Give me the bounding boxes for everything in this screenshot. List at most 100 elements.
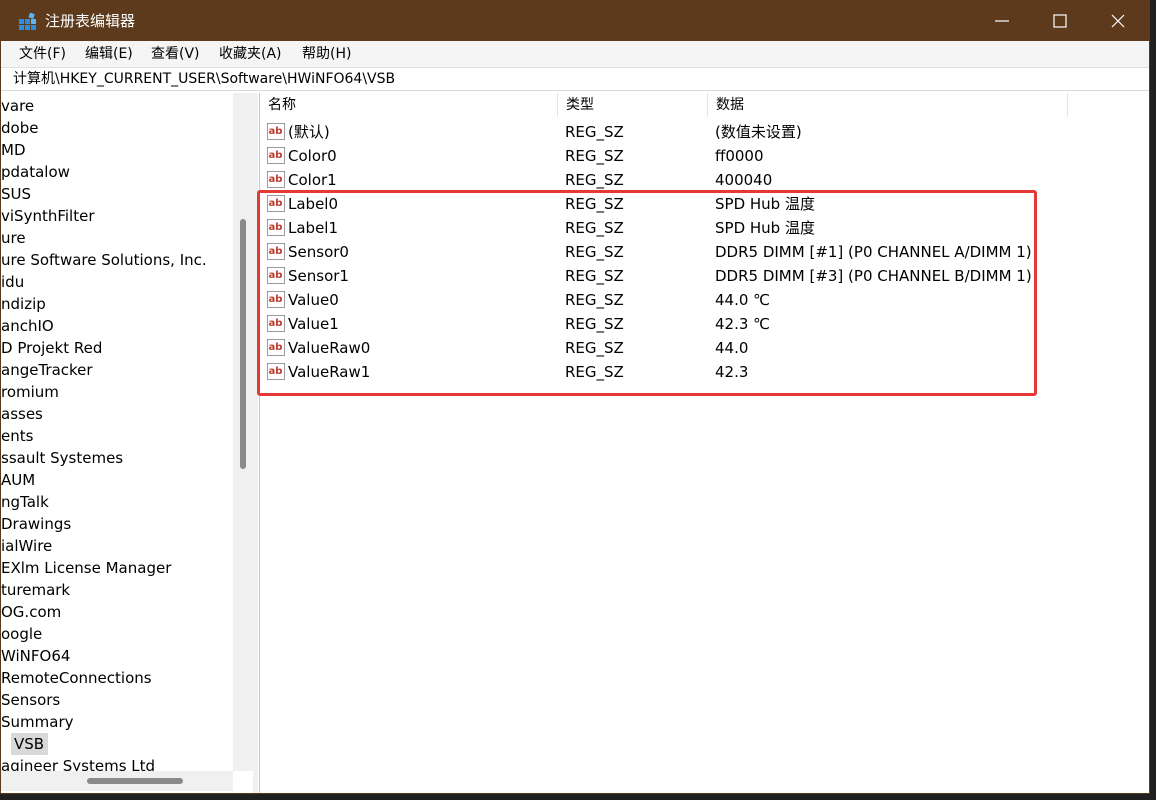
column-header-type[interactable]: 类型 — [558, 93, 708, 117]
value-name: Sensor0 — [288, 243, 349, 261]
tree-item[interactable]: ure Software Solutions, Inc. — [1, 249, 207, 271]
svg-text:ab: ab — [269, 126, 283, 137]
svg-text:ab: ab — [269, 150, 283, 161]
window-title: 注册表编辑器 — [45, 12, 136, 30]
value-row[interactable]: ab Color1 REG_SZ 400040 — [260, 168, 1149, 192]
value-row[interactable]: ab ValueRaw1 REG_SZ 42.3 — [260, 360, 1149, 384]
value-data: 400040 — [715, 171, 773, 189]
tree-item[interactable]: AUM — [1, 469, 35, 491]
svg-text:ab: ab — [269, 198, 283, 209]
column-header-name[interactable]: 名称 — [260, 93, 558, 117]
menu-edit[interactable]: 编辑(E) — [85, 45, 133, 63]
tree-item[interactable]: Drawings — [1, 513, 71, 535]
value-row[interactable]: ab Value1 REG_SZ 42.3 ℃ — [260, 312, 1149, 336]
tree-item[interactable]: oogle — [1, 623, 42, 645]
string-value-icon: ab — [267, 291, 285, 308]
tree-item[interactable]: romium — [1, 381, 59, 403]
tree-item[interactable]: ssault Systemes — [1, 447, 123, 469]
menu-view[interactable]: 查看(V) — [151, 45, 200, 63]
tree-item[interactable]: Sensors — [1, 689, 60, 711]
tree-item[interactable]: vare — [1, 95, 34, 117]
value-type: REG_SZ — [565, 123, 624, 141]
menu-help[interactable]: 帮助(H) — [302, 45, 351, 63]
string-value-icon: ab — [267, 243, 285, 260]
string-value-icon: ab — [267, 147, 285, 164]
value-row[interactable]: ab Color0 REG_SZ ff0000 — [260, 144, 1149, 168]
close-icon — [1111, 14, 1125, 28]
tree-item[interactable]: ngTalk — [1, 491, 49, 513]
value-type: REG_SZ — [565, 267, 624, 285]
tree-item[interactable]: pdatalow — [1, 161, 70, 183]
tree-item[interactable]: ndizip — [1, 293, 46, 315]
value-name: Label1 — [288, 219, 339, 237]
value-row[interactable]: ab (默认) REG_SZ (数值未设置) — [260, 120, 1149, 144]
value-data: (数值未设置) — [715, 123, 802, 141]
tree-vertical-scroll-thumb[interactable] — [240, 219, 246, 469]
string-value-icon: ab — [267, 171, 285, 188]
tree-item[interactable]: WiNFO64 — [1, 645, 70, 667]
registry-editor-icon — [19, 13, 36, 30]
value-name: Color1 — [288, 171, 337, 189]
value-row[interactable]: ab Sensor1 REG_SZ DDR5 DIMM [#3] (P0 CHANNE… — [260, 264, 1149, 288]
tree-item[interactable]: viSynthFilter — [1, 205, 95, 227]
svg-text:ab: ab — [269, 270, 283, 281]
value-data: SPD Hub 温度 — [715, 219, 815, 237]
value-type: REG_SZ — [565, 315, 624, 333]
tree-horizontal-scroll-thumb[interactable] — [87, 778, 183, 784]
value-type: REG_SZ — [565, 243, 624, 261]
string-value-icon: ab — [267, 123, 285, 140]
tree-item[interactable]: Summary — [1, 711, 74, 733]
svg-text:ab: ab — [269, 318, 283, 329]
tree-item[interactable]: anchIO — [1, 315, 54, 337]
string-value-icon: ab — [267, 315, 285, 332]
value-name: Value0 — [288, 291, 339, 309]
value-row[interactable]: ab Label1 REG_SZ SPD Hub 温度 — [260, 216, 1149, 240]
value-type: REG_SZ — [565, 195, 624, 213]
pane-splitter[interactable] — [253, 93, 258, 793]
value-type: REG_SZ — [565, 171, 624, 189]
value-data: SPD Hub 温度 — [715, 195, 815, 213]
tree-item[interactable]: ents — [1, 425, 33, 447]
value-data: ff0000 — [715, 147, 764, 165]
menu-favorites[interactable]: 收藏夹(A) — [219, 45, 282, 63]
address-path[interactable]: 计算机\HKEY_CURRENT_USER\Software\HWiNFO64\… — [13, 70, 395, 88]
value-data: DDR5 DIMM [#3] (P0 CHANNEL B/DIMM 1) — [715, 267, 1032, 285]
tree-item[interactable]: D Projekt Red — [1, 337, 102, 359]
tree-item[interactable]: asses — [1, 403, 43, 425]
value-row[interactable]: ab Sensor0 REG_SZ DDR5 DIMM [#1] (P0 CHANNE… — [260, 240, 1149, 264]
column-header-data[interactable]: 数据 — [708, 93, 1068, 117]
tree-item[interactable]: ialWire — [1, 535, 52, 557]
tree-item[interactable]: OG.com — [1, 601, 61, 623]
tree-item[interactable]: EXlm License Manager — [1, 557, 171, 579]
address-bar[interactable]: 计算机\HKEY_CURRENT_USER\Software\HWiNFO64\… — [1, 67, 1149, 91]
svg-text:ab: ab — [269, 246, 283, 257]
close-button[interactable] — [1089, 1, 1147, 41]
value-row[interactable]: ab ValueRaw0 REG_SZ 44.0 — [260, 336, 1149, 360]
value-type: REG_SZ — [565, 147, 624, 165]
value-row[interactable]: ab Value0 REG_SZ 44.0 ℃ — [260, 288, 1149, 312]
value-data: DDR5 DIMM [#1] (P0 CHANNEL A/DIMM 1) — [715, 243, 1032, 261]
value-data: 42.3 ℃ — [715, 315, 771, 333]
svg-text:ab: ab — [269, 342, 283, 353]
tree-item[interactable]: RemoteConnections — [1, 667, 152, 689]
tree-item[interactable]: idu — [1, 271, 24, 293]
tree-item[interactable]: angeTracker — [1, 359, 93, 381]
menu-file[interactable]: 文件(F) — [19, 45, 66, 63]
tree-item[interactable]: turemark — [1, 579, 70, 601]
maximize-button[interactable] — [1031, 1, 1089, 41]
minimize-button[interactable] — [973, 1, 1031, 41]
value-name: ValueRaw1 — [288, 363, 371, 381]
value-data: 42.3 — [715, 363, 749, 381]
string-value-icon: ab — [267, 267, 285, 284]
tree-item[interactable]: dobe — [1, 117, 38, 139]
value-type: REG_SZ — [565, 219, 624, 237]
value-row[interactable]: ab Label0 REG_SZ SPD Hub 温度 — [260, 192, 1149, 216]
tree-item-selected[interactable]: VSB — [11, 733, 49, 755]
title-bar[interactable]: 注册表编辑器 — [1, 1, 1149, 41]
tree-item[interactable]: SUS — [1, 183, 31, 205]
string-value-icon: ab — [267, 195, 285, 212]
tree-item[interactable]: MD — [1, 139, 26, 161]
value-list-pane: 名称 类型 数据 ab (默认) REG_SZ (数值未设置) ab Color0 REG_… — [259, 93, 1149, 793]
string-value-icon: ab — [267, 219, 285, 236]
tree-item[interactable]: ure — [1, 227, 26, 249]
